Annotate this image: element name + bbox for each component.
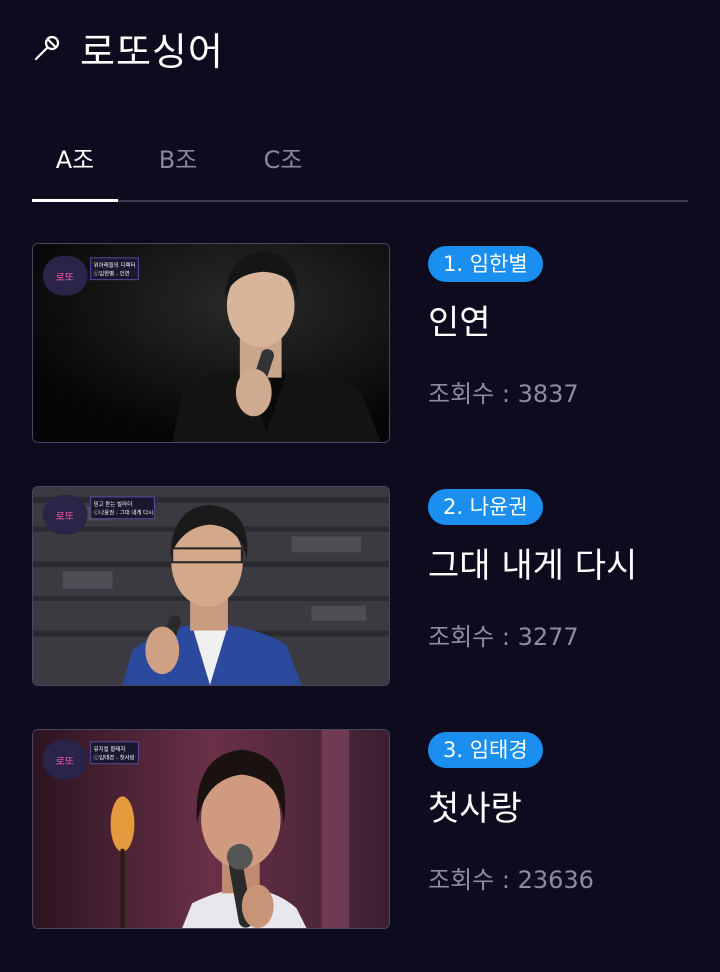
thumbnail-caption-bottom: ⓒ임태경 - 첫사랑: [94, 754, 135, 762]
active-tab-indicator: [32, 199, 118, 202]
video-thumbnail[interactable]: 로또 믿고 듣는 발라더 ⓒ나윤권 - 그대 내게 다시: [32, 486, 390, 686]
group-tabs: A조 B조 C조: [32, 130, 688, 202]
list-item[interactable]: 로또 뮤지컬 황태자 ⓒ임태경 - 첫사랑 3. 임태경 첫사랑 조회수 : 2…: [32, 729, 688, 931]
rank-badge: 1. 임한별: [428, 246, 543, 282]
tabs-divider: [32, 200, 688, 202]
thumbnail-caption-bottom: ⓒ나윤권 - 그대 내게 다시: [94, 509, 153, 517]
rank-badge: 2. 나윤권: [428, 489, 543, 525]
thumbnail-caption-top: 믿고 듣는 발라더: [94, 500, 133, 508]
list-item[interactable]: 로또 위아래들의 디렉터 ⓒ임한별 - 인연 1. 임한별 인연 조회수 : 3…: [32, 243, 688, 445]
list-item[interactable]: 로또 믿고 듣는 발라더 ⓒ나윤권 - 그대 내게 다시 2. 나윤권 그대 내…: [32, 486, 688, 688]
item-info: 2. 나윤권 그대 내게 다시 조회수 : 3277: [428, 489, 698, 652]
view-count: 조회수 : 3277: [428, 623, 579, 651]
tab-group-b[interactable]: B조: [135, 140, 221, 175]
app-header: 로또싱어: [32, 22, 224, 74]
svg-text:로또: 로또: [56, 273, 74, 284]
svg-text:로또: 로또: [56, 757, 74, 768]
svg-text:로또: 로또: [56, 512, 74, 523]
microphone-icon: [34, 35, 60, 61]
tab-group-c[interactable]: C조: [240, 140, 326, 175]
thumbnail-caption-bottom: ⓒ임한별 - 인연: [94, 270, 130, 278]
video-thumbnail[interactable]: 로또 위아래들의 디렉터 ⓒ임한별 - 인연: [32, 243, 390, 443]
tab-group-a[interactable]: A조: [32, 140, 118, 175]
video-thumbnail[interactable]: 로또 뮤지컬 황태자 ⓒ임태경 - 첫사랑: [32, 729, 390, 929]
page-title: 로또싱어: [80, 29, 224, 74]
item-info: 1. 임한별 인연 조회수 : 3837: [428, 246, 698, 409]
view-count: 조회수 : 3837: [428, 380, 579, 408]
song-title: 인연: [428, 303, 491, 343]
thumbnail-caption-top: 뮤지컬 황태자: [94, 745, 126, 753]
view-count: 조회수 : 23636: [428, 866, 594, 894]
item-info: 3. 임태경 첫사랑 조회수 : 23636: [428, 732, 698, 895]
song-title: 첫사랑: [428, 789, 522, 829]
singer-list: 로또 위아래들의 디렉터 ⓒ임한별 - 인연 1. 임한별 인연 조회수 : 3…: [32, 243, 688, 972]
song-title: 그대 내게 다시: [428, 546, 638, 586]
thumbnail-caption-top: 위아래들의 디렉터: [94, 261, 136, 269]
rank-badge: 3. 임태경: [428, 732, 543, 768]
